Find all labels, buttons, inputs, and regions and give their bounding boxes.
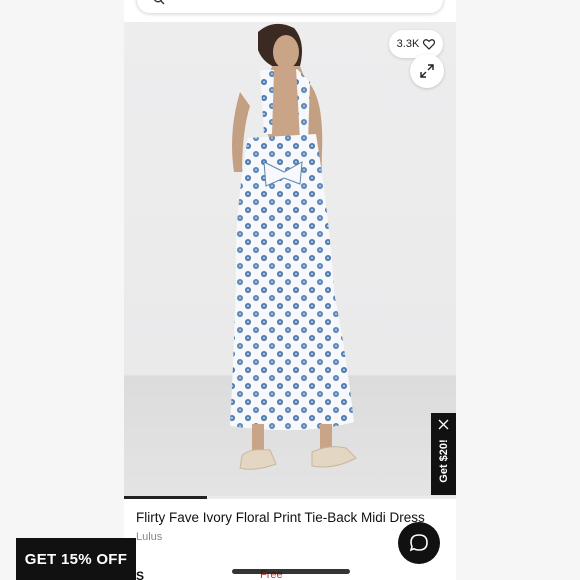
home-indicator [232, 569, 350, 574]
heart-outline-icon [423, 38, 436, 50]
likes-count: 3.3K [396, 38, 420, 50]
expand-button[interactable] [410, 54, 444, 88]
discount-banner-label: GET 15% OFF [24, 550, 128, 568]
product-title: Flirty Fave Ivory Floral Print Tie-Back … [136, 510, 425, 525]
app-screen: 3.3K Get $20! Flirty Fave Ivory Floral P… [124, 0, 456, 580]
product-photo[interactable]: 3.3K [124, 22, 456, 498]
product-photo-illustration [230, 23, 357, 470]
chat-button[interactable] [398, 522, 440, 564]
promo-tab[interactable]: Get $20! [431, 413, 456, 495]
likes-button[interactable]: 3.3K [389, 30, 443, 58]
search-bar[interactable] [136, 0, 444, 14]
search-icon [153, 0, 165, 5]
gallery-progress-track [124, 496, 456, 499]
discount-banner[interactable]: GET 15% OFF [16, 538, 136, 580]
gallery-progress-fill [124, 496, 207, 499]
promo-tab-label: Get $20! [438, 439, 450, 483]
chat-bubble-icon [409, 534, 428, 552]
brand-name[interactable]: Lulus [136, 531, 162, 543]
price-partial: S [136, 569, 145, 580]
expand-icon [420, 64, 434, 78]
